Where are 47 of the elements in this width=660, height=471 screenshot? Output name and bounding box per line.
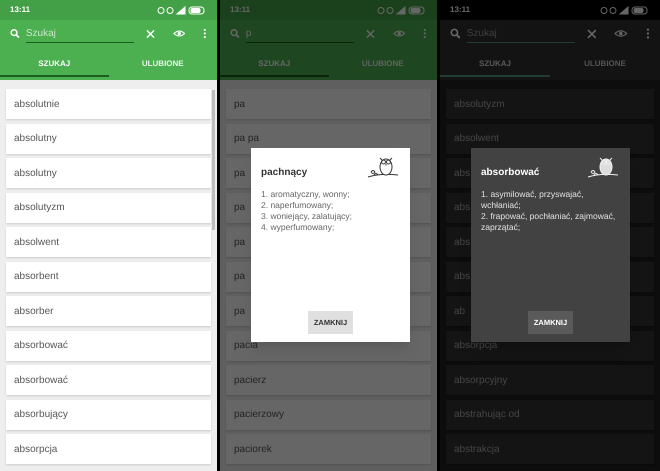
word-list-item[interactable]: absorpcja: [6, 434, 211, 464]
word-list-item[interactable]: pacierz: [226, 365, 431, 395]
word-list-item[interactable]: absolutny: [6, 124, 211, 154]
definition-text: 1. aromatyczny, wonny;: [261, 189, 351, 200]
status-icons: [377, 6, 427, 14]
definition-text: 4. wyperfumowany;: [261, 222, 336, 233]
search-icon[interactable]: [230, 28, 240, 39]
word-list-item[interactable]: absolutyzm: [6, 192, 211, 222]
word-list-item[interactable]: pa: [226, 89, 431, 119]
eye-icon[interactable]: [614, 29, 628, 38]
more-menu-icon[interactable]: [423, 28, 427, 39]
word-list-item[interactable]: absorbować: [6, 330, 211, 360]
search-field[interactable]: p: [246, 24, 354, 42]
close-icon[interactable]: [366, 28, 375, 38]
word-list-item[interactable]: pacierzowy: [226, 400, 431, 430]
search-icon[interactable]: [450, 28, 461, 39]
definition-text: 3. woniejący, zalatujący;: [261, 211, 354, 222]
status-icons: [157, 6, 207, 14]
more-menu-icon[interactable]: [203, 28, 207, 39]
more-menu-icon[interactable]: [646, 28, 650, 39]
search-icon[interactable]: [10, 28, 20, 39]
definition-text: 1. asymilować, przyswajać, wchłaniać;: [481, 189, 585, 211]
tab[interactable]: SZUKAJ: [0, 47, 108, 80]
dialog-title: pachnący: [261, 166, 308, 180]
tab[interactable]: ULUBIONE: [108, 47, 217, 80]
word-list-item[interactable]: paciorek: [226, 434, 431, 464]
tab[interactable]: SZUKAJ: [220, 47, 328, 80]
clock-time: 13:11: [230, 4, 250, 16]
clock-time: 13:11: [10, 4, 30, 16]
word-list-item[interactable]: absorbent: [6, 262, 211, 292]
search-field[interactable]: Szukaj: [26, 24, 134, 42]
clock-time: 13:11: [450, 4, 470, 16]
word-list-item[interactable]: absolutny: [6, 158, 211, 188]
definition-text: 2. naperfumowany;: [261, 200, 334, 211]
status-icons: [600, 6, 650, 14]
tab[interactable]: SZUKAJ: [440, 47, 550, 80]
word-list-item[interactable]: absolwent: [6, 227, 211, 257]
eye-icon[interactable]: [392, 29, 406, 38]
close-icon[interactable]: [586, 28, 596, 38]
word-list-item[interactable]: absorbujący: [6, 400, 211, 430]
definition-text: 2. frapować, pochłaniać, zajmować, zaprzątać;: [481, 211, 616, 233]
word-list-item[interactable]: absorber: [6, 296, 211, 326]
eye-icon[interactable]: [172, 29, 186, 38]
close-icon[interactable]: [146, 28, 155, 38]
word-list-item[interactable]: absolutnie: [6, 89, 211, 119]
dialog-title: absorbować: [481, 166, 540, 180]
word-list-item[interactable]: absorbować: [6, 365, 211, 395]
